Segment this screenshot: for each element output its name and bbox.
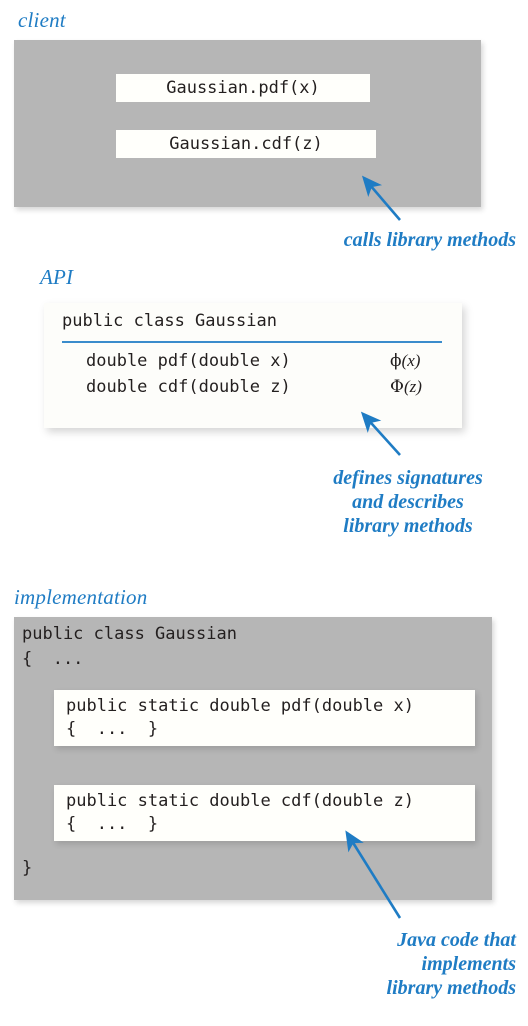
client-annotation: calls library methods (343, 229, 516, 251)
implementation-method-pdf-body: { ... } (66, 719, 159, 739)
implementation-method-pdf-signature: public static double pdf(double x) (66, 696, 414, 716)
implementation-method-pdf[interactable]: public static double pdf(double x) { ... … (54, 690, 475, 746)
diagram-canvas: client Gaussian.pdf(x) Gaussian.cdf(z) c… (0, 0, 528, 1026)
implementation-class-header: public class Gaussian { ... (22, 624, 237, 669)
api-section-label: API (40, 265, 74, 289)
api-annotation: defines signatures and describes library… (333, 467, 483, 537)
api-symbol-pdf-glyph: ϕ (390, 351, 402, 371)
client-section-label: client (18, 8, 66, 32)
client-panel (14, 40, 481, 207)
implementation-class-footer: } (22, 858, 33, 878)
implementation-section-label: implementation (14, 585, 148, 609)
client-call-pdf[interactable]: Gaussian.pdf(x) (116, 74, 370, 102)
api-symbol-cdf: Φ(z) (390, 377, 422, 397)
api-symbol-pdf-argument: (x) (401, 351, 421, 370)
api-symbol-pdf: ϕ(x) (390, 351, 420, 371)
implementation-annotation: Java code that implements library method… (386, 929, 516, 999)
implementation-method-cdf[interactable]: public static double cdf(double z) { ... … (54, 785, 475, 841)
api-signature-cdf: double cdf(double z) (86, 377, 291, 397)
api-divider (62, 341, 442, 343)
api-class-declaration: public class Gaussian (62, 311, 277, 331)
api-signature-pdf: double pdf(double x) (86, 351, 291, 371)
implementation-method-cdf-body: { ... } (66, 814, 159, 834)
client-call-cdf[interactable]: Gaussian.cdf(z) (116, 130, 376, 158)
implementation-method-cdf-signature: public static double cdf(double z) (66, 791, 414, 811)
api-symbol-cdf-glyph: Φ (390, 377, 404, 397)
api-symbol-cdf-argument: (z) (403, 377, 422, 396)
